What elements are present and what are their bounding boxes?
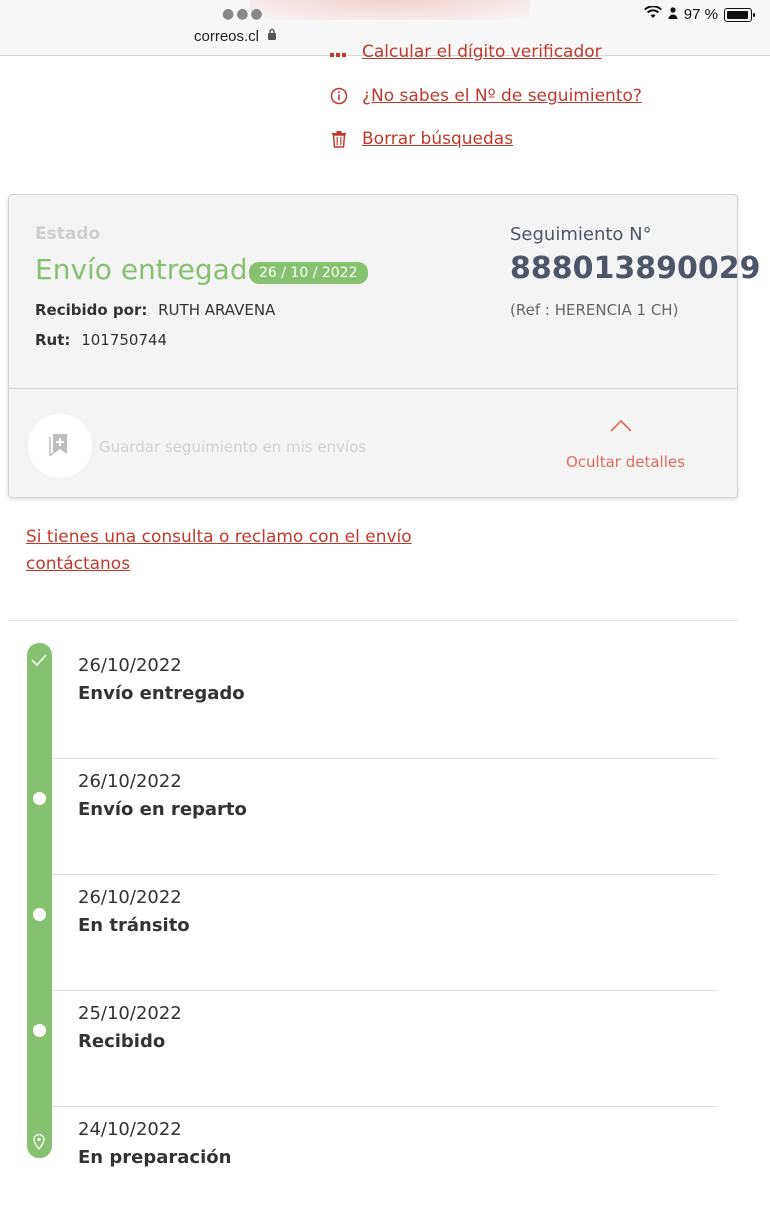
- grid-icon: [330, 43, 348, 61]
- timeline-status: En tránsito: [78, 915, 190, 936]
- shipment-status-card: Estado Envío entregado 26 / 10 / 2022 Re…: [8, 194, 761, 498]
- timeline-date: 25/10/2022: [78, 1003, 182, 1024]
- battery-percent: 97 %: [683, 6, 718, 23]
- timeline-dot: [33, 908, 46, 921]
- timeline-status: Envío en reparto: [78, 799, 247, 820]
- timeline-item: 26/10/2022 Envío entregado: [0, 643, 770, 759]
- tracking-label: Seguimiento N°: [510, 224, 652, 245]
- timeline-date: 26/10/2022: [78, 655, 182, 676]
- person-icon: [668, 6, 678, 23]
- calculate-digit-row: Calcular el dígito verificador: [330, 42, 602, 62]
- received-by-value: RUTH ARAVENA: [158, 301, 276, 319]
- timeline-date: 26/10/2022: [78, 887, 182, 908]
- contact-line-1: Si tienes una consulta o reclamo con el …: [26, 527, 412, 547]
- calculate-digit-link[interactable]: Calcular el dígito verificador: [362, 42, 602, 62]
- tracking-reference: (Ref : HERENCIA 1 CH): [510, 301, 679, 319]
- timeline-item: 25/10/2022 Recibido: [0, 991, 770, 1107]
- timeline-date: 26/10/2022: [78, 771, 182, 792]
- header-glow: [250, 0, 530, 20]
- estado-label: Estado: [35, 224, 101, 244]
- status-title: Envío entregado: [35, 253, 265, 286]
- check-icon: [30, 652, 48, 671]
- info-icon: [330, 87, 348, 105]
- no-tracking-link[interactable]: ¿No sabes el Nº de seguimiento?: [362, 86, 642, 106]
- trash-icon: [330, 130, 348, 148]
- save-tracking-label[interactable]: Guardar seguimiento en mis envíos: [99, 438, 366, 456]
- location-pin-icon: [33, 1133, 45, 1154]
- timeline-item: 24/10/2022 En preparación: [0, 1107, 770, 1223]
- contact-link[interactable]: Si tienes una consulta o reclamo con el …: [26, 524, 426, 578]
- system-indicators: 97 %: [643, 5, 755, 23]
- bookmark-add-icon: [49, 432, 71, 460]
- rut-label: Rut:: [35, 331, 71, 349]
- chevron-up-icon[interactable]: [610, 417, 632, 436]
- timeline-status: Envío entregado: [78, 683, 245, 704]
- timeline-status: En preparación: [78, 1147, 232, 1168]
- tracking-number: 888013890029: [510, 251, 761, 286]
- clear-searches-link[interactable]: Borrar búsquedas: [362, 129, 513, 149]
- no-tracking-row: ¿No sabes el Nº de seguimiento?: [330, 86, 642, 106]
- rut: Rut: 101750744: [35, 331, 167, 349]
- section-divider: [8, 620, 738, 621]
- card-divider: [9, 388, 737, 389]
- received-by: Recibido por: RUTH ARAVENA: [35, 301, 275, 319]
- clear-searches-row: Borrar búsquedas: [330, 129, 513, 149]
- timeline-item: 26/10/2022 En tránsito: [0, 875, 770, 991]
- battery-icon: [724, 7, 755, 22]
- contact-line-2: contáctanos: [26, 554, 131, 574]
- timeline-item: 26/10/2022 Envío en reparto: [0, 759, 770, 875]
- lock-icon: [267, 27, 277, 44]
- save-tracking-button[interactable]: [28, 414, 92, 478]
- timeline-dot: [33, 792, 46, 805]
- tab-dots-icon[interactable]: ●●●: [222, 6, 265, 22]
- delivery-date-badge: 26 / 10 / 2022: [249, 262, 368, 284]
- address-bar[interactable]: correos.cl: [194, 27, 277, 45]
- rut-value: 101750744: [81, 331, 168, 349]
- timeline-status: Recibido: [78, 1031, 166, 1052]
- url-text: correos.cl: [194, 28, 260, 45]
- hide-details-button[interactable]: Ocultar detalles: [566, 453, 685, 471]
- wifi-icon: [643, 5, 662, 23]
- timeline-dot: [33, 1024, 46, 1037]
- timeline-date: 24/10/2022: [78, 1119, 182, 1140]
- received-by-label: Recibido por:: [35, 301, 148, 319]
